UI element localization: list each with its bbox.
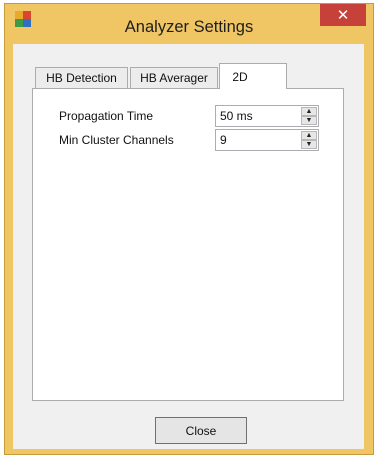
min-cluster-channels-label: Min Cluster Channels <box>59 133 174 147</box>
close-window-button[interactable]: ✕ <box>320 4 366 26</box>
dialog-window: Analyzer Settings ✕ HB Detection HB Aver… <box>4 3 374 455</box>
title-bar[interactable]: Analyzer Settings ✕ <box>5 4 373 45</box>
tab-panel-2d: Propagation Time 50 ms ▲ ▼ Min Cluster C… <box>32 88 344 401</box>
tab-2d[interactable]: 2D <box>219 63 287 89</box>
tab-hb-detection[interactable]: HB Detection <box>35 67 128 88</box>
decrement-arrow-icon[interactable]: ▼ <box>301 116 317 125</box>
min-cluster-channels-spinbox[interactable]: 9 ▲ ▼ <box>215 129 319 151</box>
tab-hb-averager[interactable]: HB Averager <box>130 67 218 88</box>
propagation-time-label: Propagation Time <box>59 109 154 123</box>
decrement-arrow-icon[interactable]: ▼ <box>301 140 317 149</box>
propagation-time-value[interactable]: 50 ms <box>220 109 253 123</box>
min-cluster-channels-value[interactable]: 9 <box>220 133 227 147</box>
increment-arrow-icon[interactable]: ▲ <box>301 131 317 140</box>
propagation-time-spinbox[interactable]: 50 ms ▲ ▼ <box>215 105 319 127</box>
window-title: Analyzer Settings <box>124 18 254 36</box>
close-button[interactable]: Close <box>155 417 247 444</box>
close-icon: ✕ <box>336 7 350 24</box>
increment-arrow-icon[interactable]: ▲ <box>301 107 317 116</box>
tab-2d-label: 2D <box>232 69 248 84</box>
dialog-client-area: HB Detection HB Averager 2D Propagation … <box>13 44 364 449</box>
